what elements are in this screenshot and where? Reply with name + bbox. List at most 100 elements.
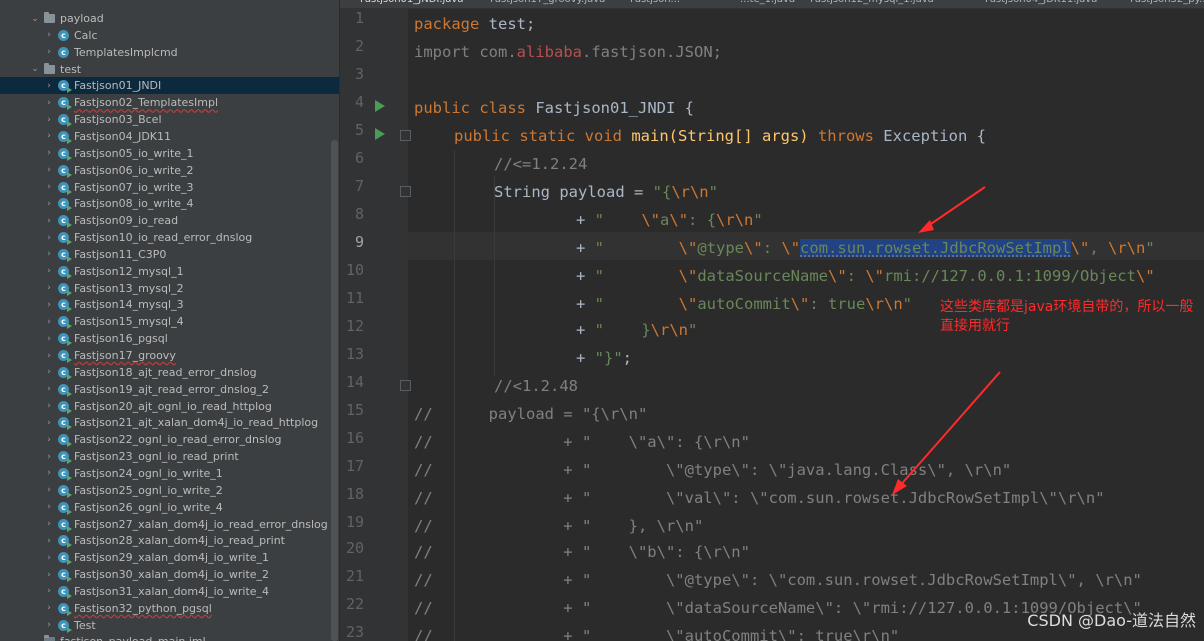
chevron-right-icon[interactable]: › bbox=[44, 485, 54, 495]
tree-item[interactable]: › c Fastjson13_mysql_2 bbox=[0, 280, 339, 297]
tree-item[interactable]: › c Fastjson21_ajt_xalan_dom4j_io_read_htt… bbox=[0, 414, 339, 431]
escape: \" bbox=[678, 267, 698, 285]
chevron-right-icon[interactable]: › bbox=[44, 435, 54, 445]
chevron-right-icon[interactable]: › bbox=[44, 165, 54, 175]
chevron-right-icon[interactable]: › bbox=[44, 30, 54, 40]
tree-item[interactable]: › c Fastjson27_xalan_dom4j_io_read_error_d… bbox=[0, 516, 339, 533]
code-line-17: // + " \"@type\": \"java.lang.Class\", \… bbox=[414, 461, 1012, 479]
tree-item[interactable]: › c Fastjson26_ognl_io_write_4 bbox=[0, 499, 339, 516]
code-line-18: // + " \"val\": \"com.sun.rowset.JdbcRow… bbox=[414, 489, 1105, 507]
tree-item[interactable]: › c Fastjson17_groovy bbox=[0, 347, 339, 364]
chevron-right-icon[interactable]: › bbox=[44, 148, 54, 158]
chevron-right-icon[interactable]: › bbox=[44, 233, 54, 243]
project-tree-scrollbar[interactable] bbox=[331, 140, 338, 641]
tree-item[interactable]: › c Fastjson28_xalan_dom4j_io_read_print bbox=[0, 532, 339, 549]
chevron-right-icon[interactable]: › bbox=[44, 620, 54, 630]
tree-item[interactable]: › c Fastjson23_ognl_io_read_print bbox=[0, 448, 339, 465]
fold-icon[interactable] bbox=[400, 130, 411, 141]
chevron-right-icon[interactable]: › bbox=[44, 98, 54, 108]
chevron-down-icon[interactable]: ⌄ bbox=[30, 14, 40, 24]
tree-item[interactable]: › c Test bbox=[0, 617, 339, 634]
tree-item[interactable]: › c Fastjson02_TemplatesImpl bbox=[0, 94, 339, 111]
tree-item[interactable]: › c Fastjson29_xalan_dom4j_io_write_1 bbox=[0, 549, 339, 566]
tree-item[interactable]: ⌄ test bbox=[0, 61, 339, 78]
chevron-right-icon[interactable]: › bbox=[44, 603, 54, 613]
chevron-right-icon[interactable]: › bbox=[44, 317, 54, 327]
fold-icon[interactable] bbox=[400, 186, 411, 197]
tab-fastjson12-mysql-1[interactable]: Fastjson12_mysql_1.java bbox=[810, 0, 934, 8]
tree-item[interactable]: › c TemplatesImplcmd bbox=[0, 44, 339, 61]
project-tree-panel[interactable]: ⌄ payload › c Calc › c TemplatesImplcmd ⌄ test › c F… bbox=[0, 0, 340, 641]
chevron-right-icon[interactable]: › bbox=[44, 199, 54, 209]
code-text: .fastjson. bbox=[582, 43, 676, 61]
tree-item[interactable]: › c Fastjson06_io_write_2 bbox=[0, 162, 339, 179]
tab-fastjson17-groovy[interactable]: Fastjson17_groovy.java bbox=[490, 0, 605, 8]
chevron-right-icon[interactable]: › bbox=[44, 47, 54, 57]
chevron-right-icon[interactable]: › bbox=[44, 418, 54, 428]
java-class-icon: c bbox=[58, 484, 72, 498]
tree-item-label: Fastjson17_groovy bbox=[74, 349, 176, 362]
selected-text[interactable]: com.sun.rowset.JdbcRowSetImpl bbox=[800, 239, 1071, 257]
tab-io-write-1[interactable]: ...te_1.java bbox=[740, 0, 795, 8]
chevron-right-icon[interactable]: › bbox=[44, 266, 54, 276]
chevron-right-icon[interactable]: › bbox=[44, 536, 54, 546]
chevron-right-icon[interactable]: › bbox=[44, 367, 54, 377]
tree-item[interactable]: › c Fastjson15_mysql_4 bbox=[0, 313, 339, 330]
tree-item[interactable]: › c Calc bbox=[0, 27, 339, 44]
chevron-right-icon[interactable]: › bbox=[44, 131, 54, 141]
tree-item[interactable]: › c Fastjson16_pgsql bbox=[0, 330, 339, 347]
line-number: 7 bbox=[354, 177, 364, 195]
tree-item[interactable]: › c Fastjson10_io_read_error_dnslog bbox=[0, 229, 339, 246]
code-line-10: + " \"dataSourceName\": \"rmi://127.0.0.… bbox=[576, 266, 1155, 286]
tree-item[interactable]: › c Fastjson20_ajt_ognl_io_read_httplog bbox=[0, 398, 339, 415]
tree-item[interactable]: › c Fastjson04_JDK11 bbox=[0, 128, 339, 145]
chevron-right-icon[interactable]: › bbox=[44, 401, 54, 411]
chevron-right-icon[interactable]: › bbox=[44, 334, 54, 344]
tree-item[interactable]: › c Fastjson05_io_write_1 bbox=[0, 145, 339, 162]
line-number: 11 bbox=[345, 289, 364, 307]
tree-item[interactable]: › c Fastjson07_io_write_3 bbox=[0, 179, 339, 196]
tree-item[interactable]: ⌄ payload bbox=[0, 10, 339, 27]
chevron-right-icon[interactable]: › bbox=[44, 468, 54, 478]
string: autoCommit bbox=[697, 295, 791, 313]
chevron-right-icon[interactable]: › bbox=[44, 300, 54, 310]
tab-fastjson04-jdk11[interactable]: Fastjson04_JDK11.java bbox=[985, 0, 1097, 8]
run-class-icon[interactable] bbox=[375, 100, 385, 112]
chevron-right-icon[interactable]: › bbox=[44, 519, 54, 529]
tree-item[interactable]: › c Fastjson31_xalan_dom4j_io_write_4 bbox=[0, 583, 339, 600]
run-main-icon[interactable] bbox=[375, 128, 385, 140]
tree-item[interactable]: › c Fastjson14_mysql_3 bbox=[0, 296, 339, 313]
fold-icon[interactable] bbox=[400, 380, 411, 391]
chevron-right-icon[interactable]: › bbox=[44, 182, 54, 192]
chevron-right-icon[interactable]: › bbox=[44, 502, 54, 512]
chevron-right-icon[interactable]: › bbox=[44, 283, 54, 293]
chevron-right-icon[interactable]: › bbox=[44, 249, 54, 259]
tree-item[interactable]: › c Fastjson11_C3P0 bbox=[0, 246, 339, 263]
line-number: 23 bbox=[345, 623, 364, 641]
chevron-right-icon[interactable]: › bbox=[44, 81, 54, 91]
chevron-right-icon[interactable]: › bbox=[44, 115, 54, 125]
tree-item[interactable]: › c Fastjson19_ajt_read_error_dnslog_2 bbox=[0, 381, 339, 398]
tree-item[interactable]: › c Fastjson18_ajt_read_error_dnslog bbox=[0, 364, 339, 381]
tree-item[interactable]: › c Fastjson32_python_pgsql bbox=[0, 600, 339, 617]
chevron-right-icon[interactable]: › bbox=[44, 570, 54, 580]
tree-item[interactable]: › c Fastjson03_Bcel bbox=[0, 111, 339, 128]
chevron-right-icon[interactable]: › bbox=[44, 216, 54, 226]
tab-fastjson-other[interactable]: Fastjson... bbox=[630, 0, 680, 8]
tree-item[interactable]: › c Fastjson25_ognl_io_write_2 bbox=[0, 482, 339, 499]
tree-item[interactable]: fastjson_payload_main.iml bbox=[0, 633, 339, 641]
tree-item[interactable]: › c Fastjson22_ognl_io_read_error_dnslog bbox=[0, 431, 339, 448]
tree-item[interactable]: › c Fastjson09_io_read bbox=[0, 212, 339, 229]
chevron-right-icon[interactable]: › bbox=[44, 384, 54, 394]
tree-item[interactable]: › c Fastjson30_xalan_dom4j_io_write_2 bbox=[0, 566, 339, 583]
chevron-right-icon[interactable]: › bbox=[44, 553, 54, 563]
chevron-down-icon[interactable]: ⌄ bbox=[30, 64, 40, 74]
tree-item[interactable]: › c Fastjson12_mysql_1 bbox=[0, 263, 339, 280]
tree-item[interactable]: › c Fastjson08_io_write_4 bbox=[0, 195, 339, 212]
tree-item[interactable]: › c Fastjson24_ognl_io_write_1 bbox=[0, 465, 339, 482]
tree-item[interactable]: › c Fastjson01_JNDI bbox=[0, 77, 339, 95]
chevron-right-icon[interactable]: › bbox=[44, 452, 54, 462]
chevron-right-icon[interactable]: › bbox=[44, 586, 54, 596]
chevron-right-icon[interactable]: › bbox=[44, 351, 54, 361]
tab-fastjson32-python[interactable]: Fastjson32_py... bbox=[1130, 0, 1204, 8]
